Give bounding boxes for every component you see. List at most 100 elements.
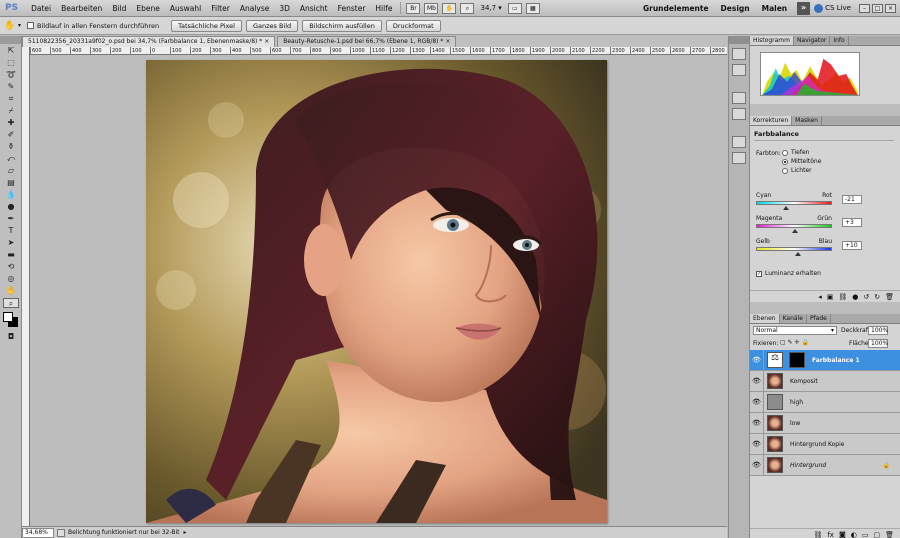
menu-fenster[interactable]: Fenster <box>333 4 371 13</box>
cslive-icon[interactable] <box>814 3 824 13</box>
maximize-button[interactable]: □ <box>872 3 883 13</box>
brush-panel-icon[interactable] <box>732 92 746 104</box>
quick-select-tool-icon[interactable]: ✎ <box>3 82 19 92</box>
delete-layer-icon[interactable]: 🗑 <box>885 531 894 538</box>
layer-row[interactable]: 👁 ⚖ Farbbalance 1 <box>750 349 900 371</box>
menu-hilfe[interactable]: Hilfe <box>370 4 397 13</box>
fill-screen-button[interactable]: Bildschirm ausfüllen <box>302 19 382 32</box>
foreground-color-swatch[interactable] <box>3 312 13 322</box>
new-group-icon[interactable]: ▭ <box>862 531 869 538</box>
crop-tool-icon[interactable]: ⌗ <box>3 94 19 104</box>
view-previous-icon[interactable]: ↻ <box>874 293 880 301</box>
mini-bridge-icon[interactable]: Mb <box>424 2 439 14</box>
close-tab-icon[interactable]: × <box>445 38 450 45</box>
scroll-all-windows-checkbox[interactable] <box>27 22 35 29</box>
layer-visibility-icon[interactable]: 👁 <box>750 454 764 476</box>
dodge-tool-icon[interactable]: ● <box>3 202 19 212</box>
tab-pfade[interactable]: Pfade <box>807 314 831 323</box>
tab-document-1[interactable]: 5110822356_20331a9f02_o.psd bei 34,7% (F… <box>22 36 276 47</box>
blur-tool-icon[interactable]: 💧 <box>3 190 19 200</box>
slider-track[interactable] <box>756 224 832 228</box>
slider-thumb[interactable] <box>794 252 801 256</box>
reset-icon[interactable]: ↺ <box>863 293 869 301</box>
back-arrow-icon[interactable]: ◂ <box>818 293 822 301</box>
history-panel-icon[interactable] <box>732 48 746 60</box>
tab-info[interactable]: Info <box>830 36 849 45</box>
print-size-button[interactable]: Druckformat <box>385 19 441 32</box>
slider-yellow-blue[interactable]: Gelb Blau +10 <box>756 238 884 256</box>
tab-navigator[interactable]: Navigator <box>794 36 831 45</box>
link-layers-icon[interactable]: ⛓ <box>813 531 822 538</box>
menu-bearbeiten[interactable]: Bearbeiten <box>56 4 107 13</box>
hand-icon[interactable]: ✋ <box>442 2 457 14</box>
menu-auswahl[interactable]: Auswahl <box>165 4 206 13</box>
slider-value-cyan-red[interactable]: -21 <box>842 195 862 204</box>
color-swatches[interactable] <box>3 312 19 328</box>
tone-radio-tiefen[interactable]: Tiefen <box>782 148 821 157</box>
menu-datei[interactable]: Datei <box>26 4 56 13</box>
visibility-icon[interactable]: ● <box>852 293 858 301</box>
slider-cyan-red[interactable]: Cyan Rot -21 <box>756 192 884 210</box>
view-toggle-icon[interactable]: ▣ <box>827 293 834 301</box>
workspace-design[interactable]: Design <box>715 4 756 13</box>
layer-row[interactable]: 👁 high <box>750 391 900 413</box>
tab-korrekturen[interactable]: Korrekturen <box>750 116 793 125</box>
marquee-tool-icon[interactable]: ⬚ <box>3 58 19 68</box>
more-workspaces-button[interactable]: » <box>797 1 811 15</box>
brush-tool-icon[interactable]: ✐ <box>3 130 19 140</box>
lock-icons[interactable]: ▢ ✎ ✛ 🔒 <box>780 339 809 346</box>
slider-magenta-green[interactable]: Magenta Grün +3 <box>756 215 884 233</box>
menu-ebene[interactable]: Ebene <box>131 4 164 13</box>
type-tool-icon[interactable]: T <box>3 226 19 236</box>
screen-mode-icon[interactable]: ▭ <box>507 2 522 14</box>
layer-visibility-icon[interactable]: 👁 <box>750 433 764 455</box>
tab-document-2[interactable]: Beauty-Retusche-1.psd bei 66,7% (Ebene 1… <box>277 36 457 47</box>
layer-visibility-icon[interactable]: 👁 <box>750 349 764 371</box>
status-info-icon[interactable] <box>57 528 65 537</box>
slider-value-magenta-green[interactable]: +3 <box>842 218 862 227</box>
character-panel-icon[interactable] <box>732 136 746 148</box>
move-tool-icon[interactable]: ⇱ <box>3 46 19 56</box>
clone-stamp-tool-icon[interactable]: ⚱ <box>3 142 19 152</box>
status-menu-arrow[interactable]: ▸ <box>183 529 186 536</box>
new-adjustment-icon[interactable]: ◐ <box>851 531 857 538</box>
menu-ansicht[interactable]: Ansicht <box>295 4 333 13</box>
new-layer-icon[interactable]: ▢ <box>873 531 880 538</box>
slider-value-yellow-blue[interactable]: +10 <box>842 241 862 250</box>
tab-histogram[interactable]: Histogramm <box>750 36 794 45</box>
layer-row[interactable]: 👁 low <box>750 412 900 434</box>
pen-tool-icon[interactable]: ✒ <box>3 214 19 224</box>
document-image[interactable] <box>146 60 607 523</box>
menu-analyse[interactable]: Analyse <box>235 4 275 13</box>
zoom-tool-icon[interactable]: ⌕ <box>3 298 19 308</box>
history-brush-tool-icon[interactable]: ⤺ <box>3 154 19 164</box>
layer-row[interactable]: 👁 Komposit <box>750 370 900 392</box>
luminance-checkbox[interactable]: ✓ <box>756 270 762 277</box>
actions-panel-icon[interactable] <box>732 64 746 76</box>
gradient-tool-icon[interactable]: ▤ <box>3 178 19 188</box>
bridge-icon[interactable]: Br <box>406 2 421 14</box>
workspace-malen[interactable]: Malen <box>756 4 794 13</box>
menu-filter[interactable]: Filter <box>206 4 235 13</box>
cslive-button[interactable]: CS Live <box>825 4 857 12</box>
slider-thumb[interactable] <box>783 206 790 210</box>
zoom-dropdown[interactable]: 34,7 ▾ <box>476 4 505 12</box>
layer-mask-thumbnail[interactable] <box>789 352 805 368</box>
paragraph-panel-icon[interactable] <box>732 152 746 164</box>
eyedropper-tool-icon[interactable]: ⌿ <box>3 106 19 116</box>
hand-tool-icon[interactable]: ✋ <box>4 21 18 31</box>
slider-thumb[interactable] <box>792 229 799 233</box>
delete-adjustment-icon[interactable]: 🗑 <box>885 293 894 301</box>
arrange-icon[interactable]: ▦ <box>525 2 540 14</box>
3d-orbit-tool-icon[interactable]: ◎ <box>3 274 19 284</box>
close-tab-icon[interactable]: × <box>264 38 269 45</box>
workspace-grundelemente[interactable]: Grundelemente <box>637 4 715 13</box>
fill-input[interactable]: 100% <box>868 339 888 348</box>
layer-row[interactable]: 👁 Hintergrund Kopie <box>750 433 900 455</box>
fit-screen-button[interactable]: Ganzes Bild <box>245 19 299 32</box>
hand-tool-icon[interactable]: ✋ <box>3 286 19 296</box>
clip-layer-icon[interactable]: ⛓ <box>838 293 847 301</box>
layer-visibility-icon[interactable]: 👁 <box>750 412 764 434</box>
opacity-input[interactable]: 100% <box>868 326 888 335</box>
actual-pixels-button[interactable]: Tatsächliche Pixel <box>171 19 242 32</box>
